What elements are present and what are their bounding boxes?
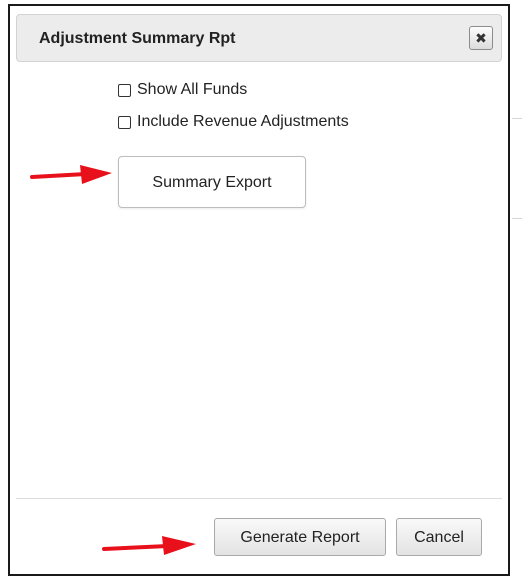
- adjustment-summary-dialog: Adjustment Summary Rpt ✖ Show All Funds …: [8, 4, 510, 576]
- generate-report-button[interactable]: Generate Report: [214, 518, 386, 556]
- include-revenue-adjustments-label: Include Revenue Adjustments: [137, 113, 349, 130]
- show-all-funds-label: Show All Funds: [137, 81, 248, 98]
- close-icon[interactable]: ✖: [469, 26, 493, 50]
- dialog-title: Adjustment Summary Rpt: [39, 30, 236, 47]
- include-revenue-adjustments-checkbox[interactable]: [118, 115, 131, 129]
- cancel-button[interactable]: Cancel: [396, 518, 482, 556]
- arrow-right-icon: [102, 536, 196, 555]
- footer-divider: [16, 498, 502, 499]
- dialog-titlebar: Adjustment Summary Rpt ✖: [16, 14, 502, 62]
- background-divider: [512, 218, 522, 219]
- background-divider: [512, 118, 522, 119]
- show-all-funds-option[interactable]: Show All Funds: [118, 81, 247, 99]
- arrow-right-icon: [30, 165, 112, 184]
- show-all-funds-checkbox[interactable]: [118, 83, 131, 97]
- include-revenue-adjustments-option[interactable]: Include Revenue Adjustments: [118, 113, 349, 131]
- summary-export-button[interactable]: Summary Export: [118, 156, 306, 208]
